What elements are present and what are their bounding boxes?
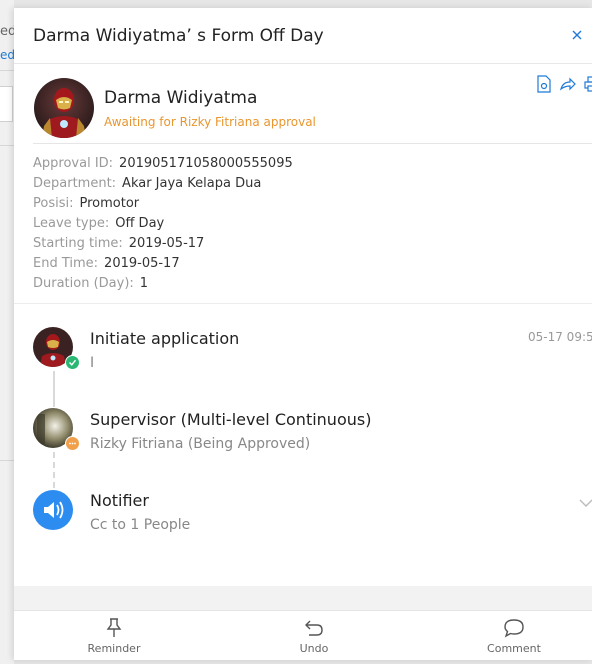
- detail-label: Posisi:: [33, 196, 74, 211]
- detail-leave-type: Leave type: Off Day: [33, 214, 293, 234]
- pin-icon: [106, 618, 122, 637]
- detail-value: Akar Jaya Kelapa Dua: [122, 176, 262, 191]
- detail-label: Approval ID:: [33, 156, 114, 171]
- detail-label: Duration (Day):: [33, 276, 134, 291]
- undo-label: Undo: [299, 642, 329, 655]
- document-icon[interactable]: [536, 75, 552, 93]
- flow-connector: [53, 371, 55, 407]
- approval-details: Approval ID: 201905171058000555095 Depart…: [33, 154, 293, 294]
- approval-status: Awaiting for Rizky Fitriana approval: [104, 115, 316, 129]
- detail-value: 2019-05-17: [104, 256, 180, 271]
- detail-department: Department: Akar Jaya Kelapa Dua: [33, 174, 293, 194]
- step-title: Initiate application: [90, 329, 240, 348]
- comment-icon: [504, 619, 524, 638]
- reminder-button[interactable]: Reminder: [74, 617, 154, 655]
- detail-value: Off Day: [115, 216, 165, 231]
- detail-starting-time: Starting time: 2019-05-17: [33, 234, 293, 254]
- divider: [33, 143, 592, 144]
- step-title: Notifier: [90, 491, 149, 510]
- undo-button[interactable]: Undo: [274, 617, 354, 655]
- background-divider: [0, 460, 14, 461]
- detail-duration: Duration (Day): 1: [33, 274, 293, 294]
- step-title: Supervisor (Multi-level Continuous): [90, 410, 372, 429]
- background-app: ed ed: [0, 0, 14, 664]
- share-icon[interactable]: [559, 75, 576, 93]
- spacer: [14, 586, 592, 610]
- applicant-avatar: [34, 78, 94, 138]
- step-subtitle: Rizky Fitriana (Being Approved): [90, 436, 311, 452]
- approved-check-icon: [65, 355, 80, 370]
- reminder-label: Reminder: [87, 642, 141, 655]
- background-link[interactable]: ed: [0, 48, 14, 62]
- undo-icon: [305, 620, 323, 636]
- approval-detail-panel: Darma Widiyatma’ s Form Off Day Darma Wi…: [14, 8, 592, 660]
- bottom-action-bar: Reminder Undo Comment: [14, 610, 592, 660]
- detail-label: Starting time:: [33, 236, 123, 251]
- detail-value: 201905171058000555095: [119, 156, 293, 171]
- detail-value: 2019-05-17: [128, 236, 205, 251]
- background-text: ed: [0, 24, 14, 39]
- pending-icon: [65, 436, 80, 451]
- page-title: Darma Widiyatma’ s Form Off Day: [33, 26, 324, 46]
- detail-end-time: End Time: 2019-05-17: [33, 254, 293, 274]
- detail-label: End Time:: [33, 256, 99, 271]
- step-subtitle: Cc to 1 People: [90, 517, 191, 533]
- detail-approval-id: Approval ID: 201905171058000555095: [33, 154, 293, 174]
- detail-value: 1: [139, 276, 149, 291]
- detail-position: Posisi: Promotor: [33, 194, 293, 214]
- background-divider: [0, 70, 14, 71]
- comment-button[interactable]: Comment: [474, 617, 554, 655]
- background-input: [0, 86, 13, 122]
- step-timestamp: 05-17 09:58: [528, 330, 592, 344]
- comment-label: Comment: [487, 642, 541, 655]
- close-icon[interactable]: [569, 27, 585, 43]
- chevron-down-icon[interactable]: [578, 494, 592, 507]
- step-subtitle: I: [90, 355, 95, 371]
- detail-value: Promotor: [79, 196, 140, 211]
- printer-icon[interactable]: [584, 75, 592, 93]
- detail-label: Leave type:: [33, 216, 110, 231]
- header-actions: [536, 75, 592, 95]
- background-divider: [0, 145, 14, 146]
- detail-label: Department:: [33, 176, 117, 191]
- divider: [14, 303, 592, 304]
- speaker-icon: [33, 490, 73, 530]
- applicant-name: Darma Widiyatma: [104, 88, 258, 108]
- panel-header: Darma Widiyatma’ s Form Off Day: [14, 8, 592, 64]
- flow-connector: [53, 452, 55, 488]
